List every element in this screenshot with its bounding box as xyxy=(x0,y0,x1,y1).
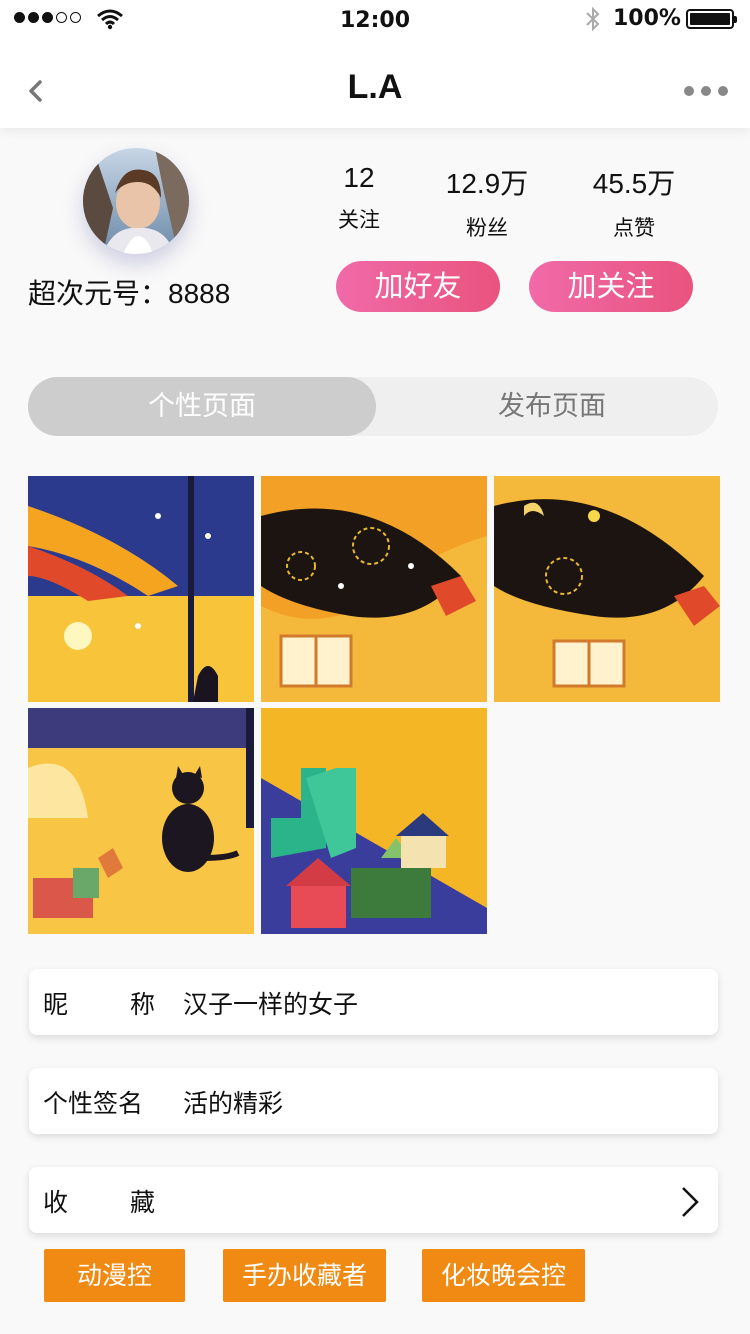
user-id: 超次元号：8888 xyxy=(28,272,230,312)
stat-fans[interactable]: 12.9万 粉丝 xyxy=(436,162,538,242)
interest-tag[interactable]: 化妆晚会控 xyxy=(422,1249,585,1302)
gallery-image[interactable] xyxy=(261,476,487,702)
stat-likes-num: 45.5万 xyxy=(592,168,676,199)
tab-publish-page[interactable]: 发布页面 xyxy=(498,377,606,436)
stat-following-num: 12 xyxy=(343,162,375,193)
gallery-image[interactable] xyxy=(261,708,487,934)
interest-tag[interactable]: 手办收藏者 xyxy=(223,1249,386,1302)
chevron-right-icon xyxy=(682,1187,699,1217)
signature-row[interactable]: 个性签名 活的精彩 xyxy=(29,1068,718,1134)
tab-personal-page[interactable]: 个性页面 xyxy=(28,377,376,436)
add-friend-button[interactable]: 加好友 xyxy=(336,261,500,312)
profile-tabs: 个性页面 发布页面 xyxy=(28,377,718,436)
nickname-row[interactable]: 昵称 汉子一样的女子 xyxy=(29,969,718,1035)
gallery-image[interactable] xyxy=(28,476,254,702)
nickname-key: 昵称 xyxy=(43,985,155,1021)
stat-likes-label: 点赞 xyxy=(613,216,655,240)
gallery-image[interactable] xyxy=(28,708,254,934)
favorites-key: 收藏 xyxy=(43,1183,155,1219)
signature-key: 个性签名 xyxy=(43,1089,144,1118)
signature-value: 活的精彩 xyxy=(183,1089,284,1118)
stat-following-label: 关注 xyxy=(338,208,380,232)
battery-percent: 100% xyxy=(613,6,681,31)
top-bar: 12:00 100% L.A xyxy=(0,0,750,128)
gallery-image[interactable] xyxy=(494,476,720,702)
more-options-icon[interactable] xyxy=(684,86,728,96)
favorites-key-1: 收 xyxy=(43,1188,69,1217)
battery-icon xyxy=(686,9,737,29)
user-id-value: 8888 xyxy=(168,278,231,309)
stat-following[interactable]: 12 关注 xyxy=(333,162,385,234)
page-title: L.A xyxy=(347,68,403,106)
favorites-row[interactable]: 收藏 xyxy=(29,1167,718,1233)
user-id-label: 超次元号： xyxy=(28,278,169,309)
stat-fans-num: 12.9万 xyxy=(445,168,529,199)
status-bar: 12:00 100% xyxy=(0,0,750,40)
favorites-key-2: 藏 xyxy=(129,1188,155,1217)
nickname-key-1: 昵 xyxy=(43,990,69,1019)
bluetooth-icon xyxy=(586,6,600,32)
nickname-value: 汉子一样的女子 xyxy=(183,990,359,1019)
avatar[interactable] xyxy=(83,148,189,254)
follow-button[interactable]: 加关注 xyxy=(529,261,693,312)
stat-fans-label: 粉丝 xyxy=(466,216,508,240)
nickname-key-2: 称 xyxy=(129,990,155,1019)
stat-likes[interactable]: 45.5万 点赞 xyxy=(582,162,686,242)
interest-tag[interactable]: 动漫控 xyxy=(44,1249,185,1302)
